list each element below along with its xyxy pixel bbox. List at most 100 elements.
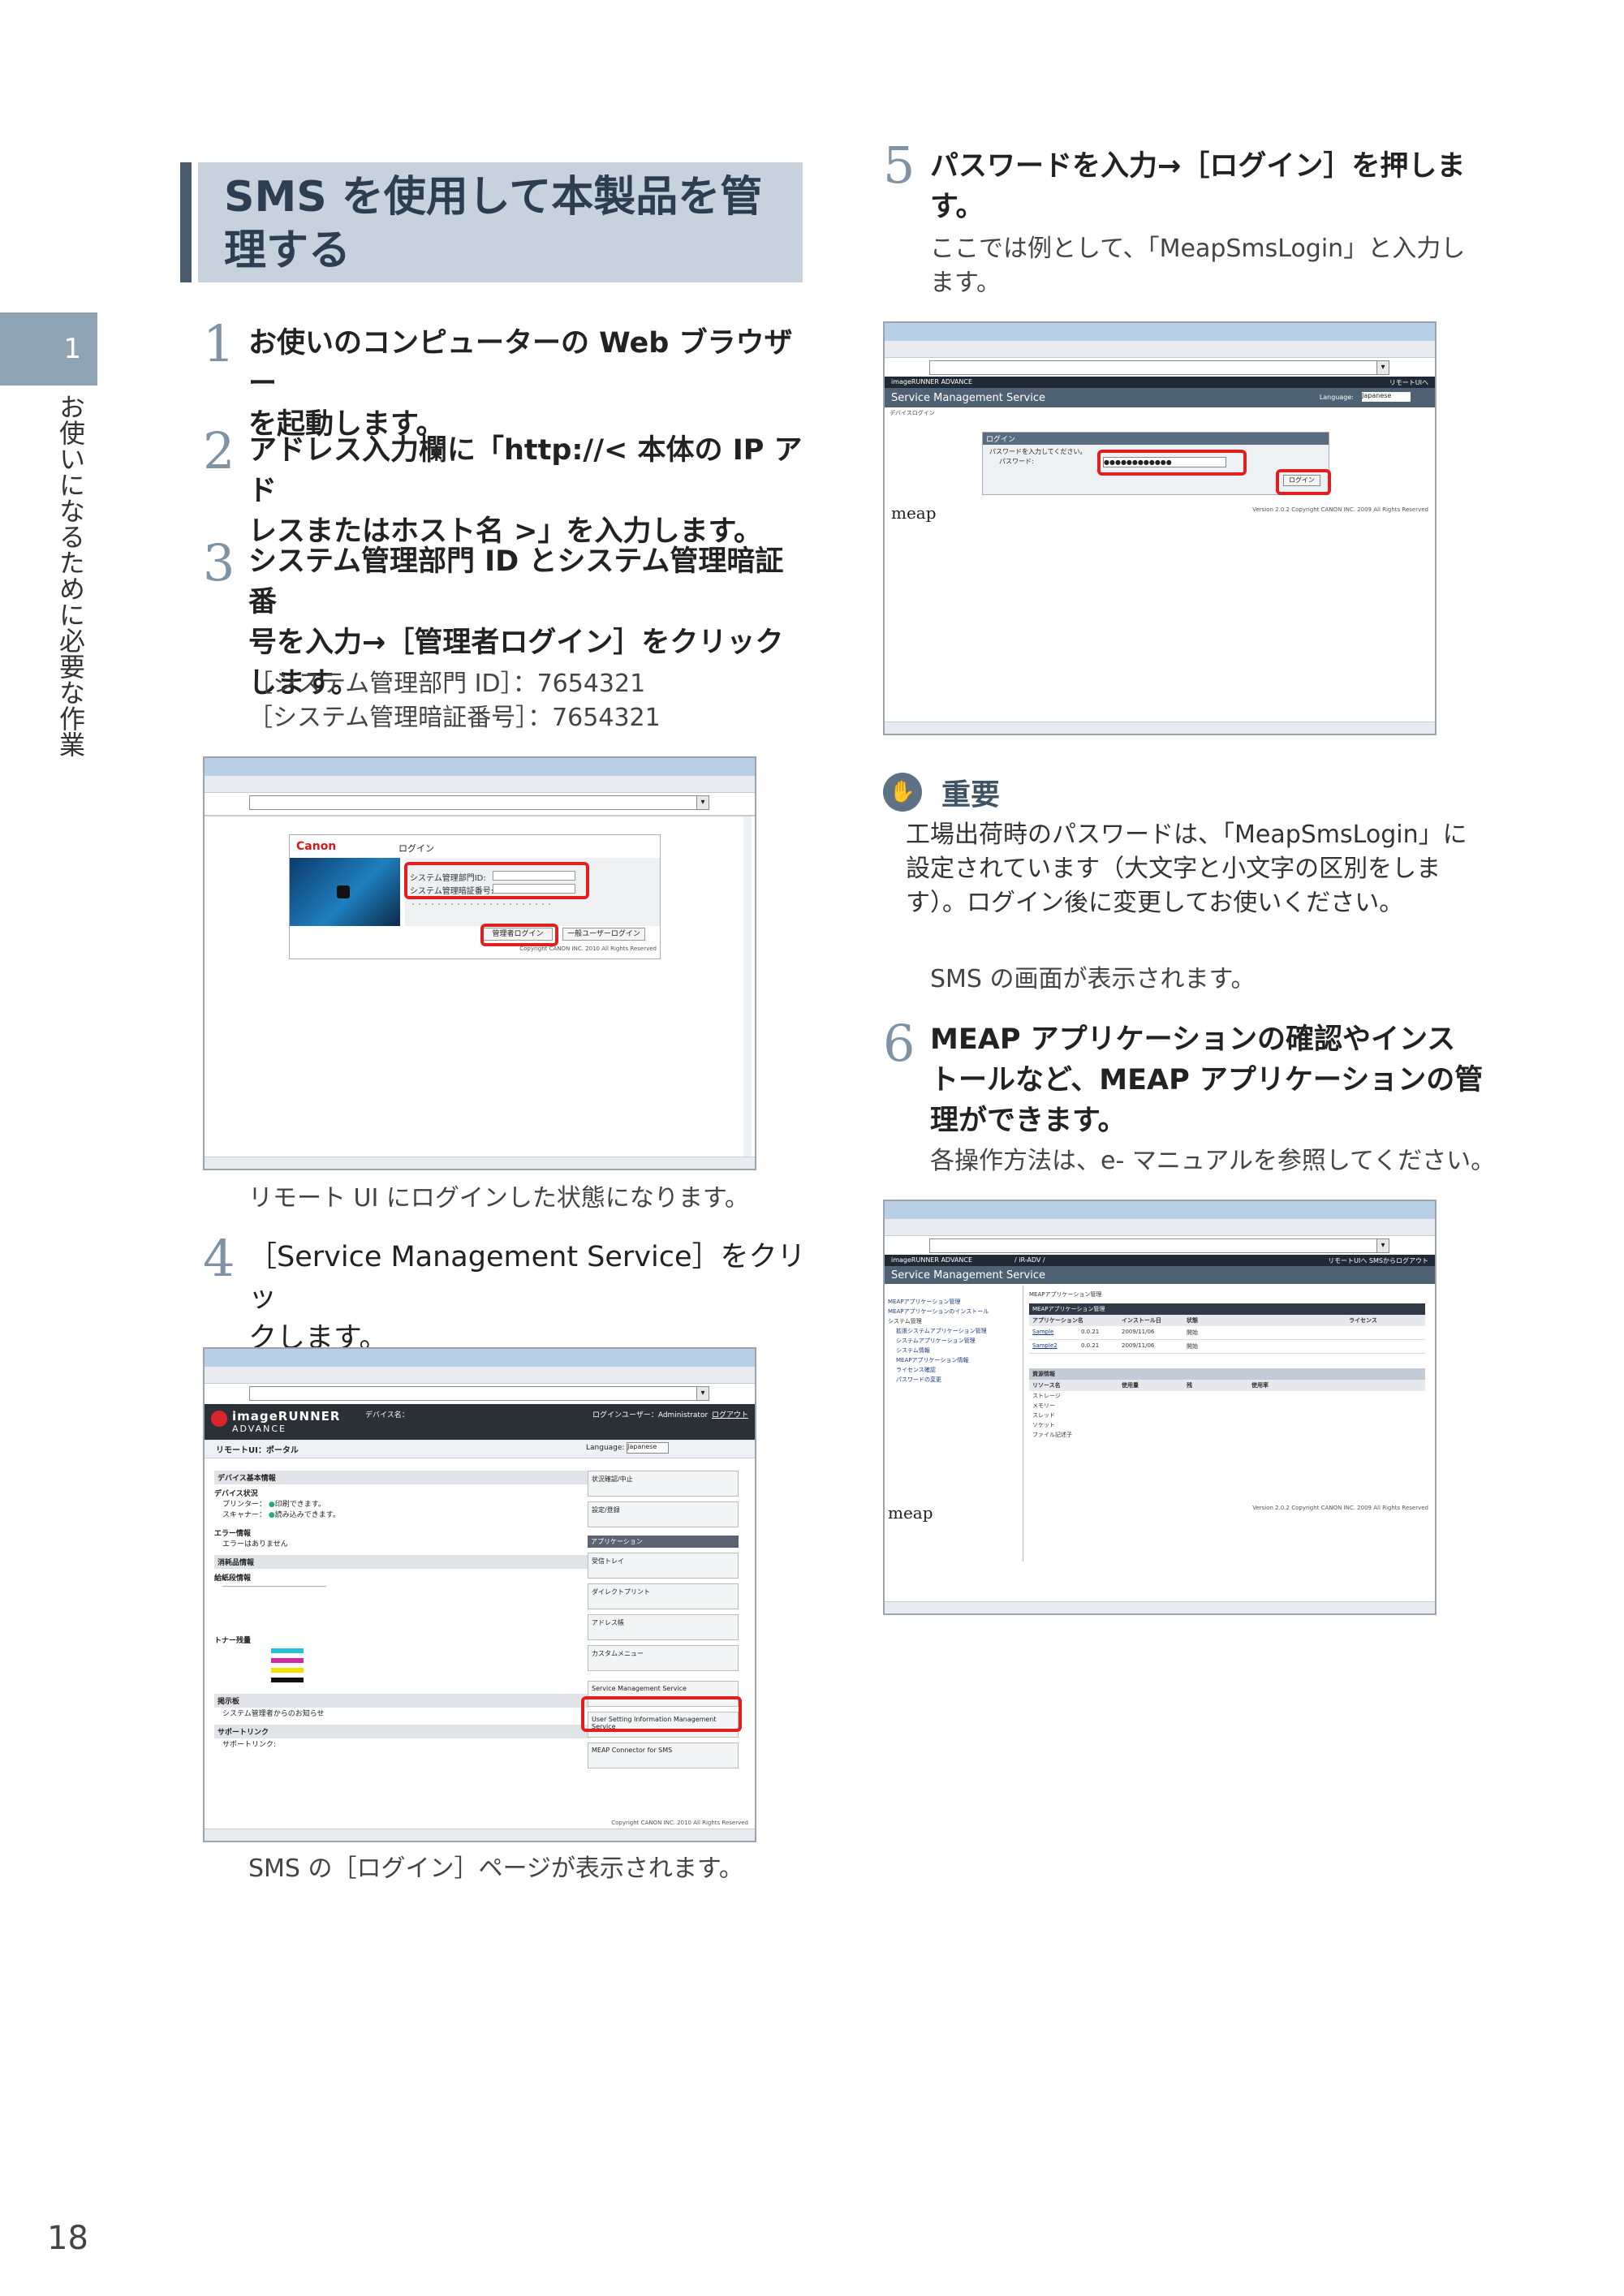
cell: 2009/11/06 (1122, 1342, 1155, 1349)
cell: 開始 (1187, 1329, 1198, 1336)
canon-logo: Canon (296, 840, 337, 853)
device-info: デバイス名： (365, 1411, 409, 1419)
sidebar-item[interactable]: システム情報 (888, 1346, 1021, 1355)
brand-sub: ADVANCE (232, 1424, 287, 1434)
error-text: エラーはありません (222, 1540, 288, 1549)
app-link[interactable]: アドレス帳 (588, 1614, 739, 1640)
hand-icon: ✋ (883, 773, 922, 812)
sidebar-item[interactable]: ライセンス確認 (888, 1365, 1021, 1375)
important-label: 重要 (941, 778, 1001, 812)
address-bar (929, 360, 1386, 375)
login-title: ログイン (398, 843, 434, 854)
sms-title-bar: Service Management Service Language: Jap… (885, 388, 1435, 407)
highlight-box (480, 924, 558, 946)
sidebar-item[interactable]: パスワードの変更 (888, 1375, 1021, 1385)
sidebar-item[interactable]: MEAPアプリケーション情報 (888, 1355, 1021, 1365)
copyright: Copyright CANON INC. 2010 All Rights Res… (611, 1820, 748, 1826)
language-label: Language: (586, 1444, 625, 1452)
copyright: Version 2.0.2 Copyright CANON INC. 2009 … (1252, 506, 1428, 513)
messages-text: システム管理者からのお知らせ (222, 1710, 325, 1718)
section-header: 掲示板 (214, 1694, 589, 1708)
copyright: Version 2.0.2 Copyright CANON INC. 2009 … (1252, 1505, 1428, 1511)
menu-status[interactable]: 状況確認/中止 (588, 1471, 739, 1497)
menu-settings[interactable]: 設定/登録 (588, 1501, 739, 1527)
caption: SMS の画面が表示されます。 (930, 965, 1256, 993)
app-name-link[interactable]: Sample2 (1032, 1342, 1081, 1350)
chapter-tab: 1 (0, 312, 97, 386)
screenshot-sms-meap-management: ▾ imageRUNNER ADVANCE / iR-ADV / リモートUIへ… (883, 1200, 1437, 1615)
col-header: 状態 (1187, 1317, 1198, 1324)
step-line: アドレス入力欄に「http://< 本体の IP アド (248, 434, 803, 507)
remote-ui-link[interactable]: リモートUIへ (1389, 378, 1428, 387)
col-header: 使用量 (1122, 1382, 1139, 1389)
resource-name: ファイル記述子 (1032, 1432, 1072, 1438)
col-header: 残 (1187, 1382, 1192, 1389)
section-header: デバイス基本情報 (214, 1471, 589, 1484)
resource-name: ソケット (1032, 1422, 1055, 1428)
step-line: システム管理部門 ID とシステム管理暗証番 (248, 545, 784, 618)
step-line: 号を入力→［管理者ログイン］をクリック (248, 627, 784, 659)
dropdown-arrow-icon: ▾ (1376, 360, 1389, 375)
language-label: Language: (1319, 394, 1354, 401)
app-link[interactable]: ダイレクトプリント (588, 1583, 739, 1609)
important-line: す）。ログイン後に変更してお使いください。 (906, 889, 1404, 917)
heading-line-2: 理する (224, 226, 351, 275)
app-name-link[interactable]: Sample (1032, 1329, 1081, 1337)
support-text: サポートリンク: (222, 1741, 277, 1749)
brand-name: imageRUNNER (232, 1409, 341, 1424)
step-text: お使いのコンピューターの Web ブラウザー を起動します。 (248, 323, 808, 445)
step-text: ［Service Management Service］をクリッ クします。 (248, 1237, 808, 1359)
sms-main: MEAPアプリケーション管理 MEAPアプリケーション管理 アプリケーション名 … (1029, 1290, 1425, 1440)
section-header: サポートリンク (214, 1725, 589, 1738)
sidebar-item[interactable]: システムアプリケーション管理 (888, 1336, 1021, 1346)
col-header: リソース名 (1032, 1382, 1061, 1389)
resource-row: メモリー (1029, 1401, 1425, 1411)
step-note: ［システム管理部門 ID］：7654321 ［システム管理暗証番号］：76543… (248, 667, 808, 735)
step-text: パスワードを入力→［ログイン］を押しま す。 (930, 146, 1490, 227)
col-header: ライセンス (1349, 1317, 1377, 1324)
address-bar (929, 1238, 1386, 1253)
breadcrumb: デバイスログイン (890, 410, 935, 416)
app-link[interactable]: カスタムメニュー (588, 1645, 739, 1671)
language-select[interactable]: Japanese (627, 1442, 669, 1454)
meap-connector-link[interactable]: MEAP Connector for SMS (588, 1742, 739, 1768)
screenshot-remote-ui-portal: ▾ imageRUNNER ADVANCE デバイス名： ログインユーザー：Ad… (203, 1347, 756, 1842)
table-row: Sample 0.0.21 2009/11/06 開始 (1029, 1326, 1425, 1340)
important-line: 設定されています（大文字と小文字の区別をしま (906, 855, 1441, 883)
language-select[interactable]: Japanese (1362, 392, 1411, 402)
table-header: MEAPアプリケーション管理 (1029, 1303, 1425, 1315)
step-number: 5 (883, 136, 915, 195)
brand-name: imageRUNNER ADVANCE (891, 378, 973, 386)
user-login-button[interactable]: 一般ユーザーログイン (562, 928, 645, 941)
step-line: ［Service Management Service］をクリッ (248, 1241, 806, 1314)
step-number: 4 (203, 1229, 235, 1288)
highlight-box (581, 1696, 742, 1732)
col-header: インストール日 (1122, 1317, 1161, 1324)
subsection-header: エラー情報 (214, 1530, 252, 1538)
resource-name: ストレージ (1032, 1393, 1061, 1399)
app-link[interactable]: 受信トレイ (588, 1553, 739, 1579)
sms-top-bar: imageRUNNER ADVANCE リモートUIへ (885, 377, 1435, 388)
step-line: パスワードを入力→［ログイン］を押しま (930, 150, 1466, 183)
dropdown-arrow-icon: ▾ (696, 1386, 709, 1401)
subsection-header: トナー残量 (214, 1637, 252, 1645)
login-user: ログインユーザー：Administrator (592, 1411, 709, 1419)
sidebar-item[interactable]: MEAPアプリケーションのインストール (888, 1307, 1021, 1316)
printer-state: 印刷できます。 (274, 1501, 325, 1509)
main-title: MEAPアプリケーション管理 (1029, 1291, 1102, 1298)
sidebar-item[interactable]: MEAPアプリケーション管理 (888, 1297, 1021, 1307)
caption: リモート UI にログインした状態になります。 (248, 1184, 749, 1213)
sidebar-item[interactable]: 拡張システムアプリケーション管理 (888, 1326, 1021, 1336)
address-bar (249, 795, 706, 810)
brand-name: imageRUNNER ADVANCE (891, 1256, 973, 1264)
subsection-header: 給紙段情報 (214, 1574, 252, 1583)
step-number: 2 (203, 421, 235, 480)
top-links[interactable]: リモートUIへ SMSからログアウト (1328, 1256, 1428, 1265)
cell: 開始 (1187, 1343, 1198, 1350)
step-number: 1 (203, 314, 235, 373)
logout-link[interactable]: ログアウト (712, 1409, 748, 1419)
meap-logo: meap (891, 503, 937, 523)
caption: SMS の［ログイン］ページが表示されます。 (248, 1854, 743, 1883)
copyright: Copyright CANON INC. 2010 All Rights Res… (519, 946, 657, 952)
sms-sidebar: MEAPアプリケーション管理 MEAPアプリケーションのインストール システム管… (888, 1297, 1021, 1385)
